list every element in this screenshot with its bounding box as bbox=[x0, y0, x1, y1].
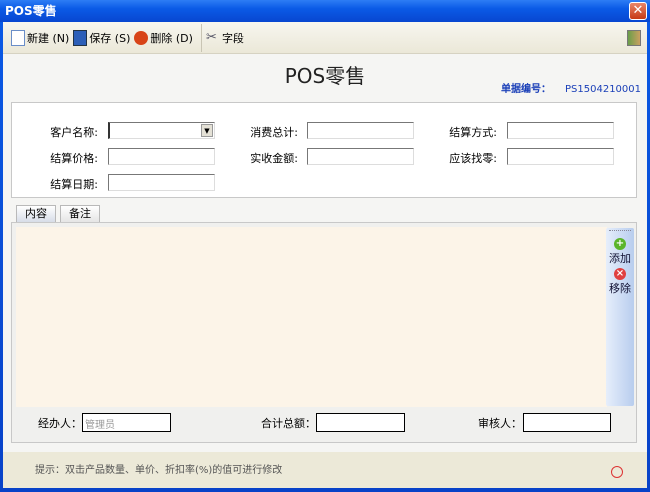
save-button[interactable]: 保存 (S) bbox=[73, 27, 130, 49]
delete-button[interactable]: 删除 (D) bbox=[134, 27, 193, 49]
customer-select[interactable]: ▼ bbox=[108, 122, 215, 139]
add-button[interactable]: + 添加 bbox=[606, 238, 634, 266]
title-bar: POS零售 ✕ bbox=[0, 0, 650, 22]
sum-field[interactable] bbox=[316, 413, 405, 432]
bill-number: 单据编号： PS1504210001 bbox=[501, 80, 641, 95]
client-area: 新建 (N) 保存 (S) 删除 (D) ✂ 字段 POS零售 单据编号： PS15… bbox=[3, 22, 647, 488]
delete-label: 删除 (D) bbox=[150, 31, 193, 45]
order-form: 客户名称: ▼ 消费总计: 结算方式: 结算价格: 实收金额: 应该找零: 结算… bbox=[11, 102, 637, 198]
date-field[interactable] bbox=[108, 174, 215, 191]
add-icon: + bbox=[614, 238, 626, 250]
status-bar: 提示：双击产品数量、单价、折扣率(%)的值可进行修改 bbox=[3, 452, 647, 488]
close-button[interactable]: ✕ bbox=[629, 2, 647, 20]
reviewer-label: 审核人： bbox=[478, 417, 522, 430]
tab-content[interactable]: 内容 bbox=[16, 205, 56, 222]
handler-label: 经办人： bbox=[38, 417, 82, 430]
tab-notes[interactable]: 备注 bbox=[60, 205, 100, 222]
window: POS零售 ✕ 新建 (N) 保存 (S) 删除 (D) ✂ 字段 POS零售 单… bbox=[0, 0, 650, 492]
sum-label: 合计总额： bbox=[261, 417, 316, 430]
new-document-icon bbox=[11, 29, 25, 46]
price-label: 结算价格: bbox=[50, 152, 98, 165]
add-label: 添加 bbox=[609, 252, 631, 265]
new-label: 新建 (N) bbox=[27, 31, 70, 45]
tab-bar: 内容 备注 bbox=[16, 205, 104, 222]
tools-icon: ✂ bbox=[205, 29, 217, 45]
total-label: 消费总计: bbox=[250, 126, 298, 139]
payment-method-field[interactable] bbox=[507, 122, 614, 139]
toolbar: 新建 (N) 保存 (S) 删除 (D) ✂ 字段 bbox=[3, 22, 647, 54]
content-panel: + 添加 × 移除 经办人： 管理员 合计总额： 审核人： bbox=[11, 222, 637, 443]
toolbar-separator bbox=[200, 23, 202, 52]
side-actions: + 添加 × 移除 bbox=[606, 228, 634, 406]
change-label: 应该找零: bbox=[449, 152, 497, 165]
bill-number-label: 单据编号： bbox=[501, 84, 551, 95]
save-label: 保存 (S) bbox=[89, 31, 131, 45]
fields-button[interactable]: ✂ 字段 bbox=[206, 27, 244, 49]
remove-label: 移除 bbox=[609, 282, 631, 295]
save-icon bbox=[73, 29, 88, 46]
window-title: POS零售 bbox=[5, 4, 57, 18]
fields-label: 字段 bbox=[221, 31, 244, 45]
remove-icon: × bbox=[614, 268, 626, 280]
delete-icon bbox=[134, 30, 149, 45]
change-field[interactable] bbox=[507, 148, 614, 165]
received-label: 实收金额: bbox=[250, 152, 298, 165]
received-field[interactable] bbox=[307, 148, 414, 165]
handler-field[interactable]: 管理员 bbox=[82, 413, 171, 432]
product-grid[interactable] bbox=[16, 227, 607, 407]
bill-number-value: PS1504210001 bbox=[565, 84, 642, 95]
chevron-down-icon[interactable]: ▼ bbox=[201, 124, 213, 137]
price-field[interactable] bbox=[108, 148, 215, 165]
reviewer-field[interactable] bbox=[523, 413, 611, 432]
exit-icon[interactable] bbox=[627, 30, 641, 46]
total-field[interactable] bbox=[307, 122, 414, 139]
hint-text: 提示：双击产品数量、单价、折扣率(%)的值可进行修改 bbox=[35, 465, 283, 476]
drag-handle[interactable] bbox=[609, 230, 631, 238]
customer-label: 客户名称: bbox=[50, 126, 98, 139]
payment-method-label: 结算方式: bbox=[449, 126, 497, 139]
remove-button[interactable]: × 移除 bbox=[606, 268, 634, 296]
date-label: 结算日期: bbox=[50, 178, 98, 191]
clock-icon bbox=[611, 466, 623, 478]
new-button[interactable]: 新建 (N) bbox=[11, 27, 69, 49]
